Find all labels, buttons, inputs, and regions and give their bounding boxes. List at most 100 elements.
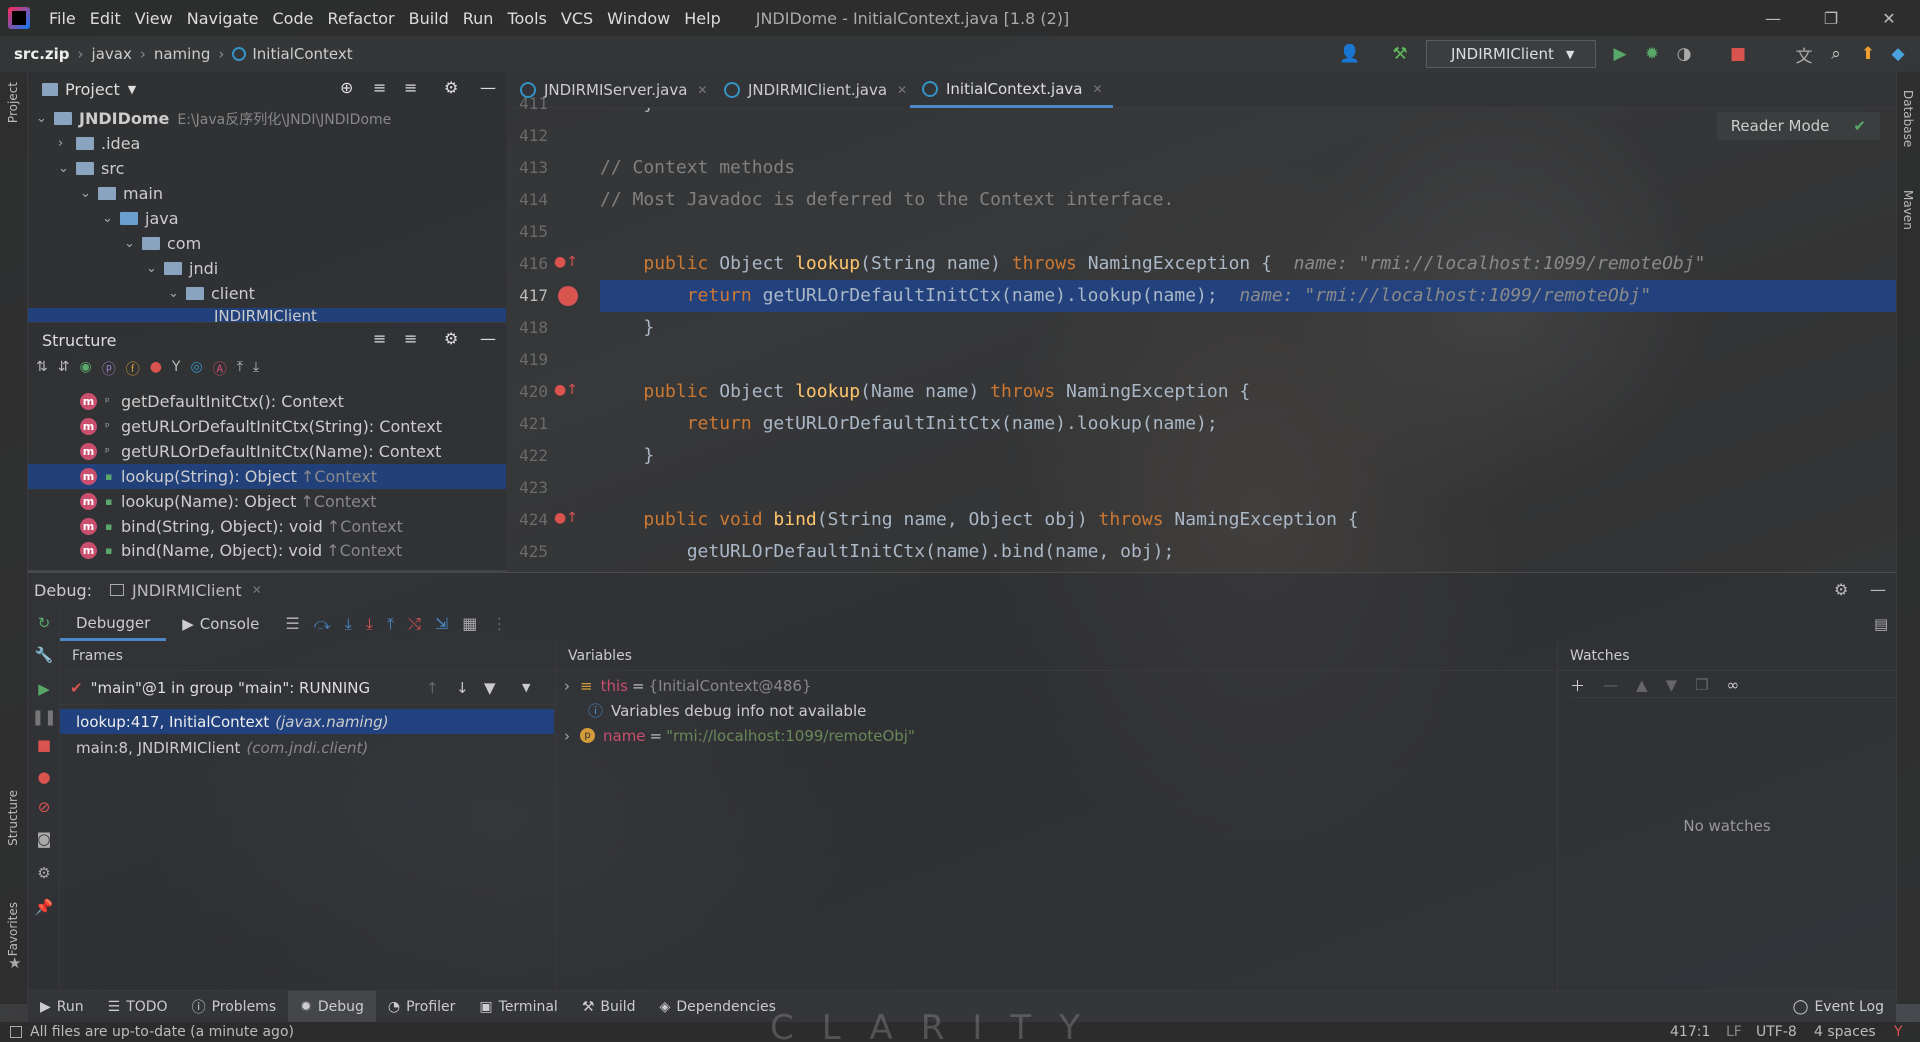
close-window-icon[interactable]: ✕ bbox=[1860, 0, 1918, 36]
modify-config-icon[interactable]: 🔧 bbox=[34, 645, 54, 665]
structure-item[interactable]: m ᵖ getDefaultInitCtx(): Context bbox=[80, 389, 344, 414]
filter-icon[interactable]: ▼ bbox=[484, 679, 496, 697]
expand-all-icon[interactable]: ≡ bbox=[373, 78, 386, 97]
stop-icon[interactable]: ■ bbox=[1726, 42, 1750, 66]
arrow-down-icon[interactable]: ↓ bbox=[456, 679, 469, 697]
chevron-right-icon[interactable]: › bbox=[564, 677, 570, 695]
sort-visibility-icon[interactable]: ⇅ bbox=[36, 359, 48, 385]
maven-strip-button[interactable]: Maven bbox=[1901, 190, 1915, 230]
restore-icon[interactable]: ❐ bbox=[1802, 0, 1860, 36]
breadcrumb-src-zip[interactable]: src.zip bbox=[14, 45, 70, 63]
tab-jndirmiclient[interactable]: JNDIRMIClient.java ✕ bbox=[712, 72, 917, 108]
chevron-down-icon[interactable]: ▼ bbox=[522, 681, 530, 694]
close-tab-icon[interactable]: ✕ bbox=[897, 83, 907, 97]
settings-icon[interactable]: ⚙ bbox=[34, 863, 54, 883]
expand-all-icon[interactable]: ≡ bbox=[373, 329, 386, 348]
step-into-icon[interactable]: ⤓ bbox=[345, 614, 352, 634]
tree-row-main[interactable]: ⌄ main bbox=[80, 181, 163, 206]
coverage-icon[interactable]: ◑ bbox=[1672, 42, 1696, 66]
menu-refactor[interactable]: Refactor bbox=[320, 9, 401, 28]
layout-icon[interactable]: ▤ bbox=[1874, 615, 1888, 633]
stop-icon[interactable]: ■ bbox=[34, 735, 54, 755]
tool-run[interactable]: ▶ Run bbox=[28, 991, 96, 1023]
pause-icon[interactable]: ❚❚ bbox=[31, 707, 56, 727]
mute-breakpoints-icon[interactable]: ⊘ bbox=[34, 797, 54, 817]
glasses-icon[interactable]: ∞ bbox=[1727, 676, 1740, 694]
menu-view[interactable]: View bbox=[128, 9, 180, 28]
autoscroll-to-source-icon[interactable]: ⤒ bbox=[237, 359, 243, 385]
structure-strip-button[interactable]: Structure bbox=[6, 790, 20, 846]
run-configuration-select[interactable]: JNDIRMIClient ▼ bbox=[1426, 40, 1596, 68]
thread-selector[interactable]: ✔ "main"@1 in group "main": RUNNING ↑ ↓ … bbox=[60, 671, 556, 705]
tab-initialcontext[interactable]: InitialContext.java ✕ bbox=[910, 72, 1113, 108]
chevron-down-icon[interactable]: ▼ bbox=[128, 83, 136, 96]
structure-item[interactable]: m ᵖ getURLOrDefaultInitCtx(String): Contex… bbox=[80, 414, 442, 439]
caret-position[interactable]: 417:1 bbox=[1670, 1024, 1710, 1040]
move-up-icon[interactable]: ▲ bbox=[1636, 676, 1648, 694]
tree-row-client[interactable]: ⌄ client bbox=[168, 281, 255, 306]
user-icon[interactable]: 👤 bbox=[1338, 42, 1362, 66]
breakpoint-icon[interactable] bbox=[558, 286, 578, 306]
show-lambdas-icon[interactable]: Y bbox=[172, 359, 181, 385]
overriding-method-icon[interactable]: ●↑ bbox=[554, 382, 578, 398]
autoscroll-from-source-icon[interactable]: ⤓ bbox=[253, 359, 259, 385]
locate-icon[interactable]: ⊕ bbox=[340, 78, 353, 97]
rerun-icon[interactable]: ↻ bbox=[34, 613, 54, 633]
project-title[interactable]: Project bbox=[65, 80, 120, 99]
drop-frame-icon[interactable]: ⤭ bbox=[408, 614, 421, 634]
frame-row[interactable]: main:8, JNDIRMIClient (com.jndi.client) bbox=[60, 735, 368, 760]
evaluate-expression-icon[interactable]: ▦ bbox=[462, 614, 477, 634]
camera-icon[interactable]: ◙ bbox=[34, 829, 54, 849]
variable-row-this[interactable]: › ≡ this = {InitialContext@486} bbox=[564, 673, 812, 698]
show-execution-point-icon[interactable]: ☰ bbox=[285, 614, 299, 634]
show-inherited-icon[interactable]: ◉ bbox=[79, 359, 91, 385]
collapse-all-icon[interactable]: ≡ bbox=[404, 329, 417, 348]
toolbox-icon[interactable]: ◆ bbox=[1886, 42, 1910, 66]
remove-watch-icon[interactable]: — bbox=[1603, 676, 1618, 694]
file-encoding[interactable]: UTF-8 bbox=[1756, 1024, 1797, 1040]
line-separator[interactable]: LF bbox=[1726, 1024, 1742, 1040]
step-out-icon[interactable]: ⤒ bbox=[387, 614, 394, 634]
close-session-icon[interactable]: ✕ bbox=[252, 583, 262, 597]
update-icon[interactable]: ⬆ bbox=[1856, 42, 1880, 66]
tree-row-com[interactable]: ⌄ com bbox=[124, 231, 201, 256]
overriding-method-icon[interactable]: ●↑ bbox=[554, 510, 578, 526]
show-fields-icon[interactable]: ⓕ bbox=[126, 359, 140, 385]
resume-icon[interactable]: ▶ bbox=[34, 679, 54, 699]
collapse-all-icon[interactable]: ≡ bbox=[404, 78, 417, 97]
run-icon[interactable]: ▶ bbox=[1608, 42, 1632, 66]
step-over-icon[interactable]: ⤼ bbox=[314, 614, 331, 634]
arrow-up-icon[interactable]: ↑ bbox=[426, 679, 439, 697]
memory-indicator-icon[interactable]: Y bbox=[1894, 1024, 1903, 1040]
build-hammer-icon[interactable]: ⚒ bbox=[1388, 42, 1412, 66]
gear-icon[interactable]: ⚙ bbox=[1834, 580, 1848, 599]
code-area[interactable]: } // Context methods // Most Javadoc is … bbox=[600, 108, 1896, 572]
tool-dependencies[interactable]: ◈ Dependencies bbox=[648, 991, 788, 1023]
tree-row-jndi[interactable]: ⌄ jndi bbox=[146, 256, 218, 281]
database-strip-button[interactable]: Database bbox=[1901, 90, 1915, 147]
hide-icon[interactable]: — bbox=[480, 329, 496, 348]
show-anonymous-icon[interactable]: ◎ bbox=[190, 359, 202, 385]
tool-todo[interactable]: ☰ TODO bbox=[96, 991, 180, 1023]
tab-console[interactable]: ▶ Console bbox=[166, 607, 275, 641]
structure-item[interactable]: m ▪ bind(Name, Object): void ↑Context bbox=[80, 539, 402, 561]
variable-row-name[interactable]: › p name = "rmi://localhost:1099/remoteO… bbox=[564, 723, 915, 748]
structure-item[interactable]: m ▪ bind(String, Object): void ↑Context bbox=[80, 514, 403, 539]
project-strip-button[interactable]: Project bbox=[6, 82, 20, 123]
tool-profiler[interactable]: ◔ Profiler bbox=[376, 991, 468, 1023]
tree-row-java[interactable]: ⌄ java bbox=[102, 206, 179, 231]
menu-help[interactable]: Help bbox=[677, 9, 727, 28]
tool-event-log[interactable]: ◯ Event Log bbox=[1781, 991, 1896, 1023]
breadcrumb-naming[interactable]: naming bbox=[154, 45, 211, 63]
menu-file[interactable]: File bbox=[42, 9, 83, 28]
menu-window[interactable]: Window bbox=[600, 9, 677, 28]
menu-navigate[interactable]: Navigate bbox=[180, 9, 266, 28]
gear-icon[interactable]: ⚙ bbox=[444, 329, 458, 348]
move-down-icon[interactable]: ▼ bbox=[1666, 676, 1678, 694]
tool-problems[interactable]: ⓘ Problems bbox=[180, 991, 289, 1023]
menu-tools[interactable]: Tools bbox=[500, 9, 553, 28]
tool-build[interactable]: ⚒ Build bbox=[570, 991, 648, 1023]
show-non-public-icon[interactable]: ● bbox=[150, 359, 162, 385]
status-square-icon[interactable] bbox=[10, 1026, 22, 1038]
run-to-cursor-icon[interactable]: ⇲ bbox=[435, 614, 448, 634]
